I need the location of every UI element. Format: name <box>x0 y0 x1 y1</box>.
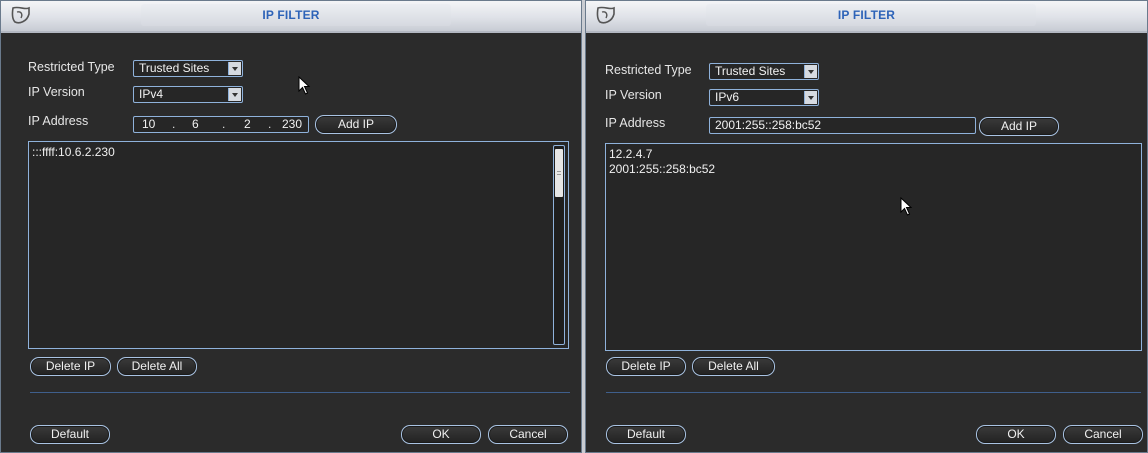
delete-all-button[interactable]: Delete All <box>117 357 197 376</box>
title-bar: IP FILTER <box>586 1 1147 33</box>
ip-address-label: IP Address <box>28 114 89 128</box>
default-button[interactable]: Default <box>30 425 110 444</box>
ok-button[interactable]: OK <box>401 425 481 444</box>
ip-address-label: IP Address <box>605 116 666 130</box>
restricted-type-label: Restricted Type <box>605 63 692 77</box>
delete-all-button[interactable]: Delete All <box>692 357 775 376</box>
delete-ip-button[interactable]: Delete IP <box>30 357 111 376</box>
restricted-type-value: Trusted Sites <box>715 64 786 78</box>
ip-octet-2[interactable]: 6 <box>192 117 199 132</box>
restricted-type-dropdown[interactable]: Trusted Sites <box>133 60 243 77</box>
ip-octet-3[interactable]: 2 <box>244 117 251 132</box>
ip-list[interactable]: 12.2.4.7 2001:255::258:bc52 <box>605 143 1142 351</box>
title-bar: IP FILTER <box>1 1 581 33</box>
cancel-button[interactable]: Cancel <box>1063 425 1143 444</box>
ip-version-dropdown[interactable]: IPv4 <box>133 86 243 103</box>
dialog-title: IP FILTER <box>262 8 320 22</box>
chevron-down-icon[interactable] <box>804 91 817 104</box>
chevron-down-icon[interactable] <box>804 65 817 78</box>
mouse-pointer-icon <box>298 76 311 95</box>
divider <box>30 392 570 393</box>
ok-button[interactable]: OK <box>976 425 1056 444</box>
ip-separator: . <box>222 117 226 131</box>
scrollbar[interactable] <box>553 145 565 345</box>
restricted-type-dropdown[interactable]: Trusted Sites <box>709 63 819 80</box>
ip-filter-dialog-left: IP FILTER Restricted Type Trusted Sites … <box>0 0 582 453</box>
ip-filter-dialog-right: IP FILTER Restricted Type Trusted Sites … <box>585 0 1148 453</box>
ip-octet-1[interactable]: 10 <box>142 117 155 132</box>
scrollbar-thumb[interactable] <box>555 149 563 197</box>
add-ip-button[interactable]: Add IP <box>315 115 397 134</box>
mouse-pointer-icon <box>900 197 913 216</box>
ip-address-input[interactable]: 10 . 6 . 2 . 230 <box>133 116 309 133</box>
list-item[interactable]: 12.2.4.7 <box>606 147 1141 162</box>
ip-version-label: IP Version <box>605 88 662 102</box>
list-item[interactable]: :::ffff:10.6.2.230 <box>29 145 568 160</box>
ip-version-value: IPv6 <box>715 90 740 104</box>
dialog-title: IP FILTER <box>837 8 896 22</box>
default-button[interactable]: Default <box>606 425 686 444</box>
list-item[interactable]: 2001:255::258:bc52 <box>606 162 1141 177</box>
chevron-down-icon[interactable] <box>228 62 241 75</box>
ip-list[interactable]: :::ffff:10.6.2.230 <box>28 141 569 349</box>
cancel-button[interactable]: Cancel <box>488 425 568 444</box>
ip-separator: . <box>268 117 272 131</box>
divider <box>606 392 1141 393</box>
ip-version-dropdown[interactable]: IPv6 <box>709 89 819 106</box>
add-ip-button[interactable]: Add IP <box>979 117 1059 136</box>
restricted-type-value: Trusted Sites <box>139 61 210 75</box>
ip-version-label: IP Version <box>28 85 85 99</box>
chevron-down-icon[interactable] <box>228 88 241 101</box>
delete-ip-button[interactable]: Delete IP <box>606 357 686 376</box>
ip-separator: . <box>172 117 176 131</box>
ip-address-input[interactable]: 2001:255::258:bc52 <box>709 117 976 134</box>
restricted-type-label: Restricted Type <box>28 60 115 74</box>
ip-version-value: IPv4 <box>139 87 164 101</box>
ip-octet-4[interactable]: 230 <box>282 117 302 132</box>
